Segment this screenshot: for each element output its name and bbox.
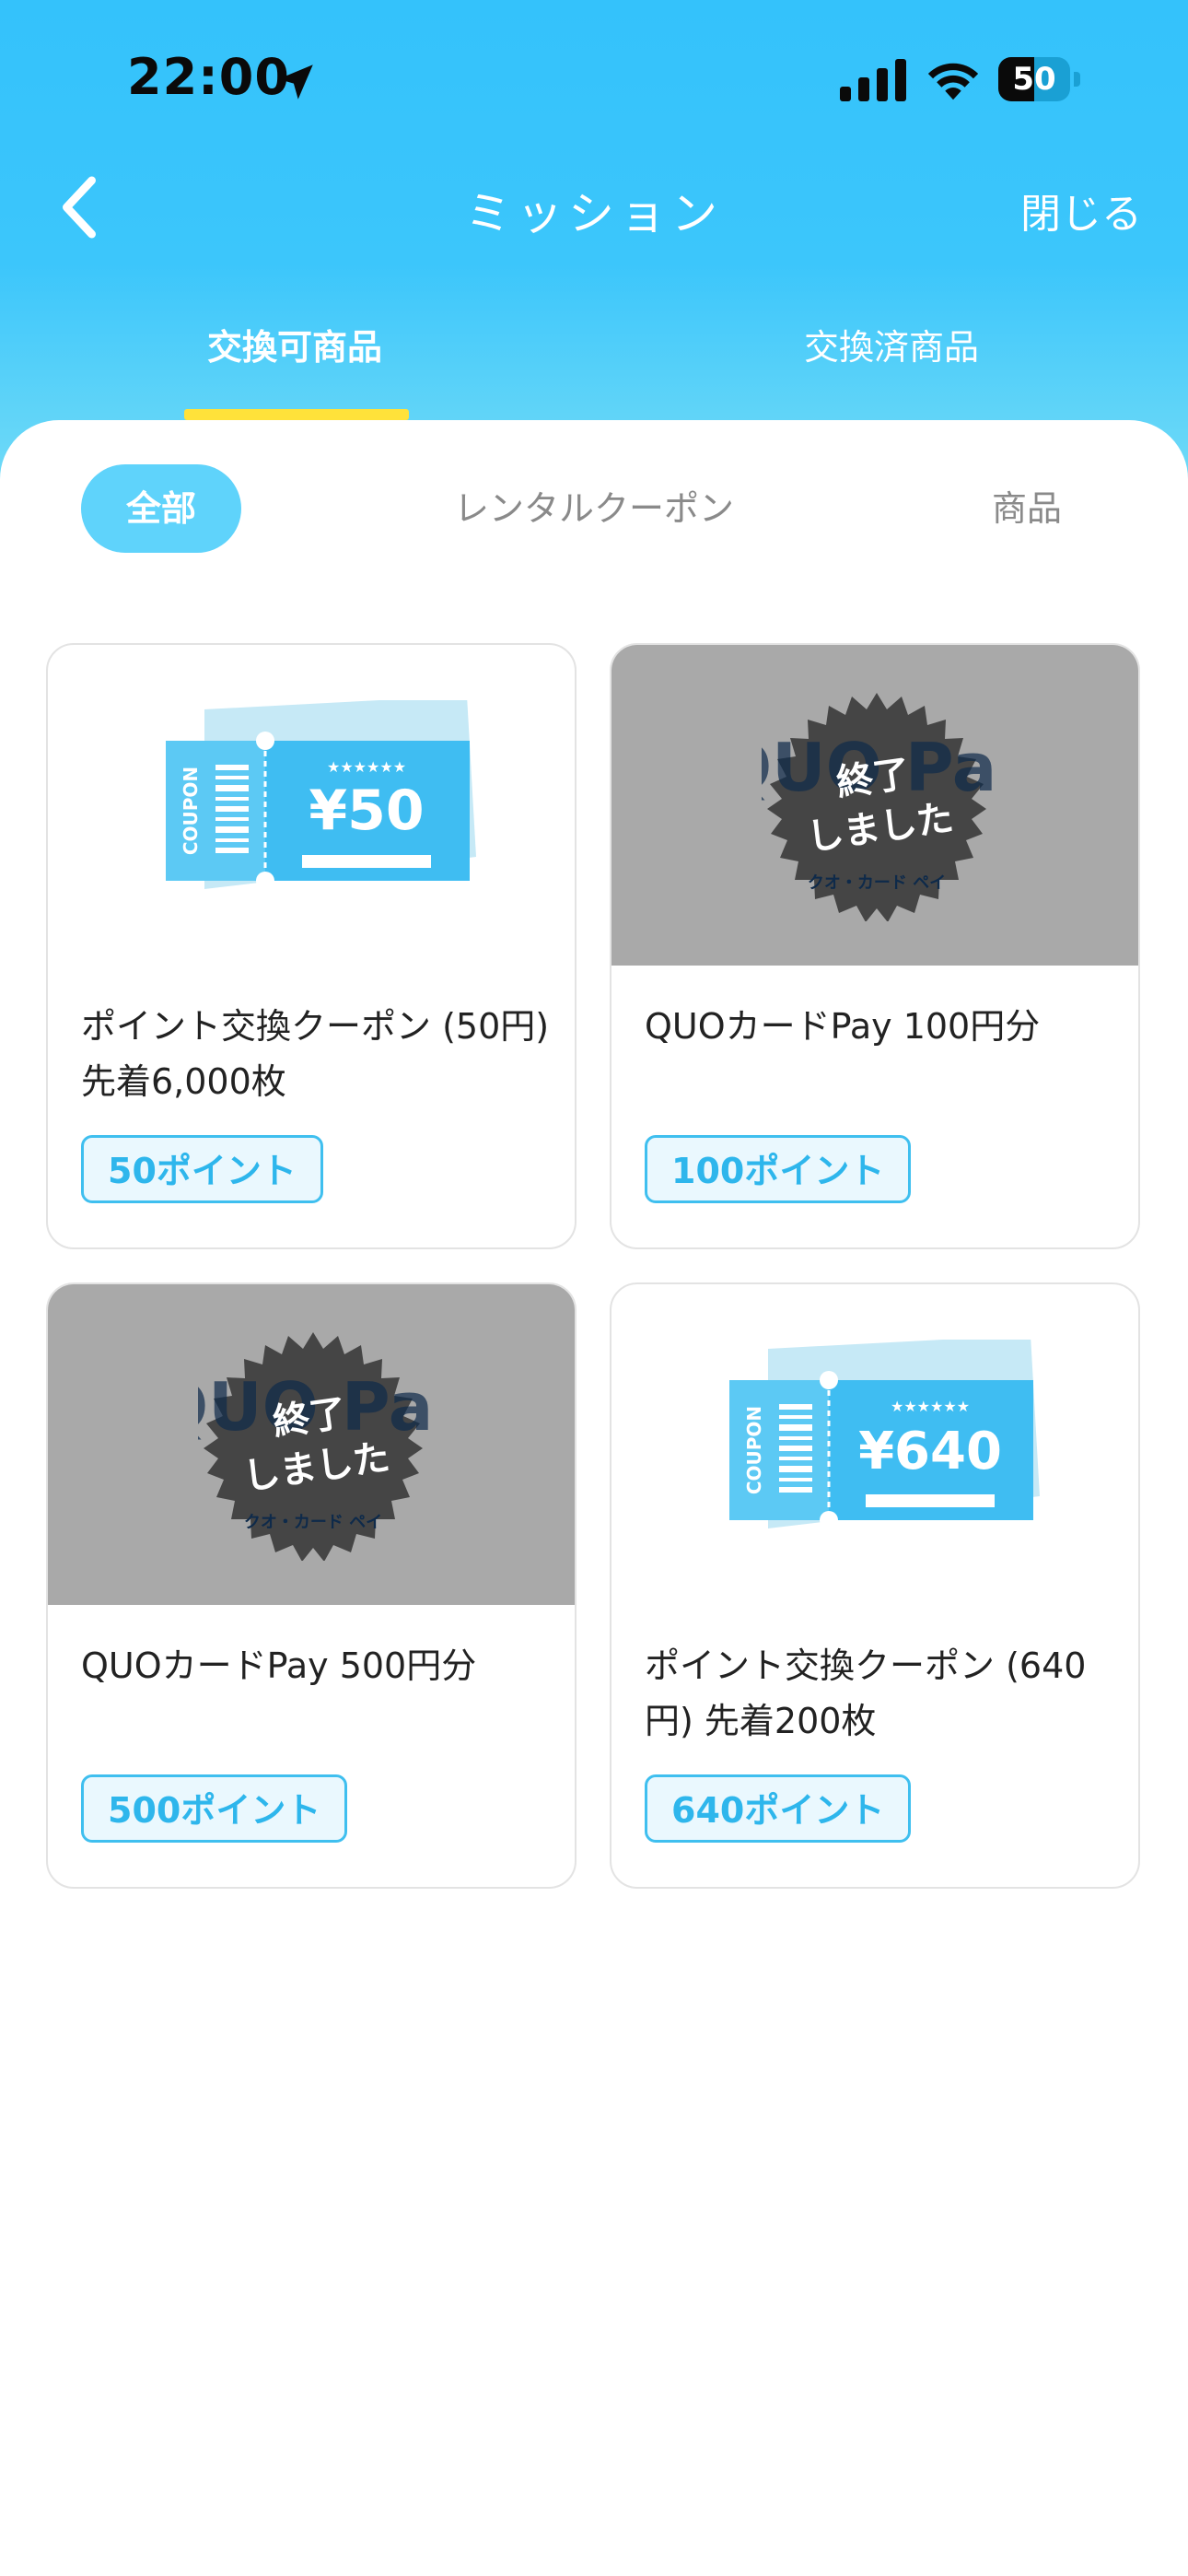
coupon-side-label: COUPON <box>743 1406 765 1494</box>
filter-goods[interactable]: 商品 <box>958 464 1096 553</box>
coupon-value: ¥640 <box>858 1422 1002 1481</box>
coupon-ticket-icon: COUPON ★★★★★★ ¥50 <box>166 700 476 890</box>
battery-body: 50 <box>998 57 1070 101</box>
product-title: QUOカードPay 100円分 <box>645 1006 1041 1047</box>
product-card[interactable]: QUO Pay クオ・カード ペイ 終了しました QUOカードPay 500円分… <box>46 1282 577 1889</box>
product-image: COUPON ★★★★★★ ¥50 <box>48 645 575 966</box>
location-arrow-icon <box>278 64 313 100</box>
product-title: ポイント交換クーポン (50円) 先着6,000枚 <box>81 1006 550 1102</box>
product-title: QUOカードPay 500円分 <box>81 1645 477 1686</box>
battery-level: 50 <box>1012 61 1056 98</box>
battery-cap <box>1074 72 1080 87</box>
product-price-badge: 640ポイント <box>645 1774 912 1843</box>
active-tab-indicator <box>184 409 409 420</box>
page-title: ミッション <box>465 187 723 240</box>
product-image-ended: QUO Pay クオ・カード ペイ 終了しました <box>48 1284 575 1605</box>
product-price-badge: 500ポイント <box>81 1774 348 1843</box>
product-price-badge: 50ポイント <box>81 1135 323 1203</box>
coupon-ticket-icon: COUPON ★★★★★★ ¥640 <box>729 1340 1040 1529</box>
cellular-signal-icon <box>840 59 906 101</box>
product-card[interactable]: QUO Pay クオ・カード ペイ 終了しました QUOカードPay 100円分… <box>610 643 1140 1249</box>
tab-exchanged[interactable]: 交換済商品 <box>744 319 1039 369</box>
quo-logo-subtext: クオ・カード ペイ <box>244 1513 382 1532</box>
product-image-ended: QUO Pay クオ・カード ペイ 終了しました <box>611 645 1138 966</box>
coupon-stars: ★★★★★★ <box>891 1398 970 1415</box>
product-price-badge: 100ポイント <box>645 1135 912 1203</box>
product-card[interactable]: COUPON ★★★★★★ ¥50 ポイント交換クーポン (50円) 先着6,0… <box>46 643 577 1249</box>
quo-logo-subtext: クオ・カード ペイ <box>808 873 946 893</box>
filter-all[interactable]: 全部 <box>81 464 241 553</box>
coupon-value: ¥50 <box>309 779 424 843</box>
wifi-icon <box>927 63 979 100</box>
coupon-stars: ★★★★★★ <box>327 758 406 776</box>
product-card[interactable]: COUPON ★★★★★★ ¥640 ポイント交換クーポン (640円) 先着2… <box>610 1282 1140 1889</box>
tab-exchangeable[interactable]: 交換可商品 <box>147 319 442 369</box>
coupon-side-label: COUPON <box>180 767 202 855</box>
close-button[interactable]: 閉じる <box>1020 181 1142 240</box>
status-time: 22:00 <box>127 48 290 106</box>
battery-indicator: 50 <box>998 57 1083 103</box>
product-title: ポイント交換クーポン (640円) 先着200枚 <box>645 1645 1087 1741</box>
filter-rental-coupon[interactable]: レンタルクーポン <box>433 464 755 553</box>
product-image: COUPON ★★★★★★ ¥640 <box>611 1284 1138 1605</box>
